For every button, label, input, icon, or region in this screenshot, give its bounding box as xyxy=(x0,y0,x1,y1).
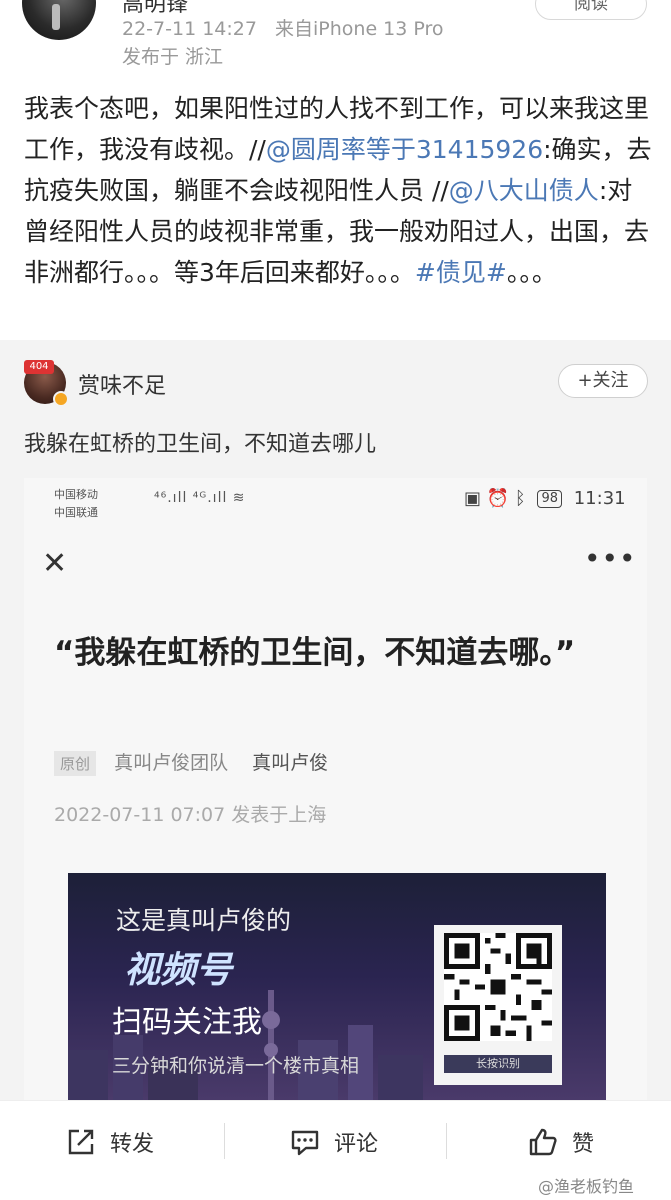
post-timestamp: 22-7-11 14:27 xyxy=(122,18,257,40)
banner-line-3: 扫码关注我 xyxy=(112,1005,262,1040)
carrier-1: 中国移动 xyxy=(54,488,98,501)
original-avatar[interactable]: 404 xyxy=(24,360,69,407)
original-tag: 原创 xyxy=(54,751,97,776)
verified-badge-icon xyxy=(53,391,69,407)
article-pubdate: 2022-07-11 07:07 发表于上海 xyxy=(54,804,327,826)
signal-icon: ⁴⁶.ıll ⁴ᴳ.ıll ≋ xyxy=(154,490,246,506)
action-bar: 转发 评论 赞 @渔老板钓鱼 xyxy=(0,1100,671,1200)
follow-button[interactable]: +关注 xyxy=(558,364,648,398)
attached-screenshot[interactable]: 中国移动 中国联通 ⁴⁶.ıll ⁴ᴳ.ıll ≋ ▣ ⏰ ᛒ 98 11:31… xyxy=(24,478,647,1100)
close-icon: ✕ xyxy=(42,546,68,581)
comment-icon xyxy=(291,1130,319,1156)
post-location: 发布于 浙江 xyxy=(122,46,224,68)
like-label: 赞 xyxy=(572,1132,595,1157)
alarm-icon: ⏰ xyxy=(486,488,510,509)
post-text-4: 。。。 xyxy=(506,258,557,287)
mention-link-2[interactable]: @八大山债人 xyxy=(449,176,599,205)
comment-button[interactable]: 评论 xyxy=(290,1125,378,1159)
avatar-badge: 404 xyxy=(24,360,54,374)
qr-caption: 长按识别 xyxy=(444,1055,552,1073)
action-divider xyxy=(446,1123,447,1159)
repost-label: 转发 xyxy=(110,1132,155,1157)
status-right: ▣ ⏰ ᛒ 98 11:31 xyxy=(464,488,626,509)
qr-code-card: 长按识别 xyxy=(434,925,562,1085)
original-author-name[interactable]: 赏味不足 xyxy=(78,368,166,400)
mention-link-1[interactable]: @圆周率等于31415926 xyxy=(266,135,543,164)
carrier-2: 中国联通 xyxy=(54,506,98,519)
watermark: @渔老板钓鱼 xyxy=(538,1177,635,1196)
repost-icon xyxy=(68,1129,94,1155)
avatar[interactable] xyxy=(22,0,96,40)
banner-line-1: 这是真叫卢俊的 xyxy=(116,906,292,935)
qr-code-icon xyxy=(444,933,552,1041)
article-team: 真叫卢俊团队 xyxy=(114,752,229,774)
bluetooth-icon: ᛒ xyxy=(514,488,526,509)
read-count-button[interactable]: 阅读 xyxy=(535,0,647,20)
comment-label: 评论 xyxy=(334,1132,379,1157)
promo-banner: 这是真叫卢俊的 视频号 扫码关注我 三分钟和你说清一个楼市真相 长按识别 xyxy=(68,873,606,1100)
post-header: 高明锋 22-7-11 14:27 来自iPhone 13 Pro 发布于 浙江… xyxy=(0,0,671,80)
banner-line-2: 视频号 xyxy=(124,950,233,991)
nfc-icon: ▣ xyxy=(464,488,482,509)
article-byline: 原创 真叫卢俊团队 真叫卢俊 xyxy=(54,748,328,776)
article-title: “我躲在虹桥的卫生间，不知道去哪。” xyxy=(54,635,576,671)
original-post[interactable]: 404 赏味不足 +关注 我躲在虹桥的卫生间，不知道去哪儿 中国移动 中国联通 … xyxy=(0,340,671,1100)
thumbs-up-icon xyxy=(529,1128,557,1156)
repost-button[interactable]: 转发 xyxy=(66,1125,154,1159)
post-meta: 22-7-11 14:27 来自iPhone 13 Pro xyxy=(122,14,456,41)
status-time: 11:31 xyxy=(573,488,626,509)
hashtag-link[interactable]: #债见# xyxy=(415,258,507,287)
original-post-text: 我躲在虹桥的卫生间，不知道去哪儿 xyxy=(24,432,377,457)
post-source: 来自iPhone 13 Pro xyxy=(275,18,444,40)
action-divider xyxy=(224,1123,225,1159)
banner-line-4: 三分钟和你说清一个楼市真相 xyxy=(112,1055,360,1077)
like-button[interactable]: 赞 xyxy=(528,1125,594,1159)
battery-icon: 98 xyxy=(537,490,562,508)
post-body: 我表个态吧，如果阳性过的人找不到工作，可以来我这里工作，我没有歧视。//@圆周率… xyxy=(24,88,654,293)
article-author: 真叫卢俊 xyxy=(252,752,329,774)
more-icon: ••• xyxy=(584,542,637,575)
